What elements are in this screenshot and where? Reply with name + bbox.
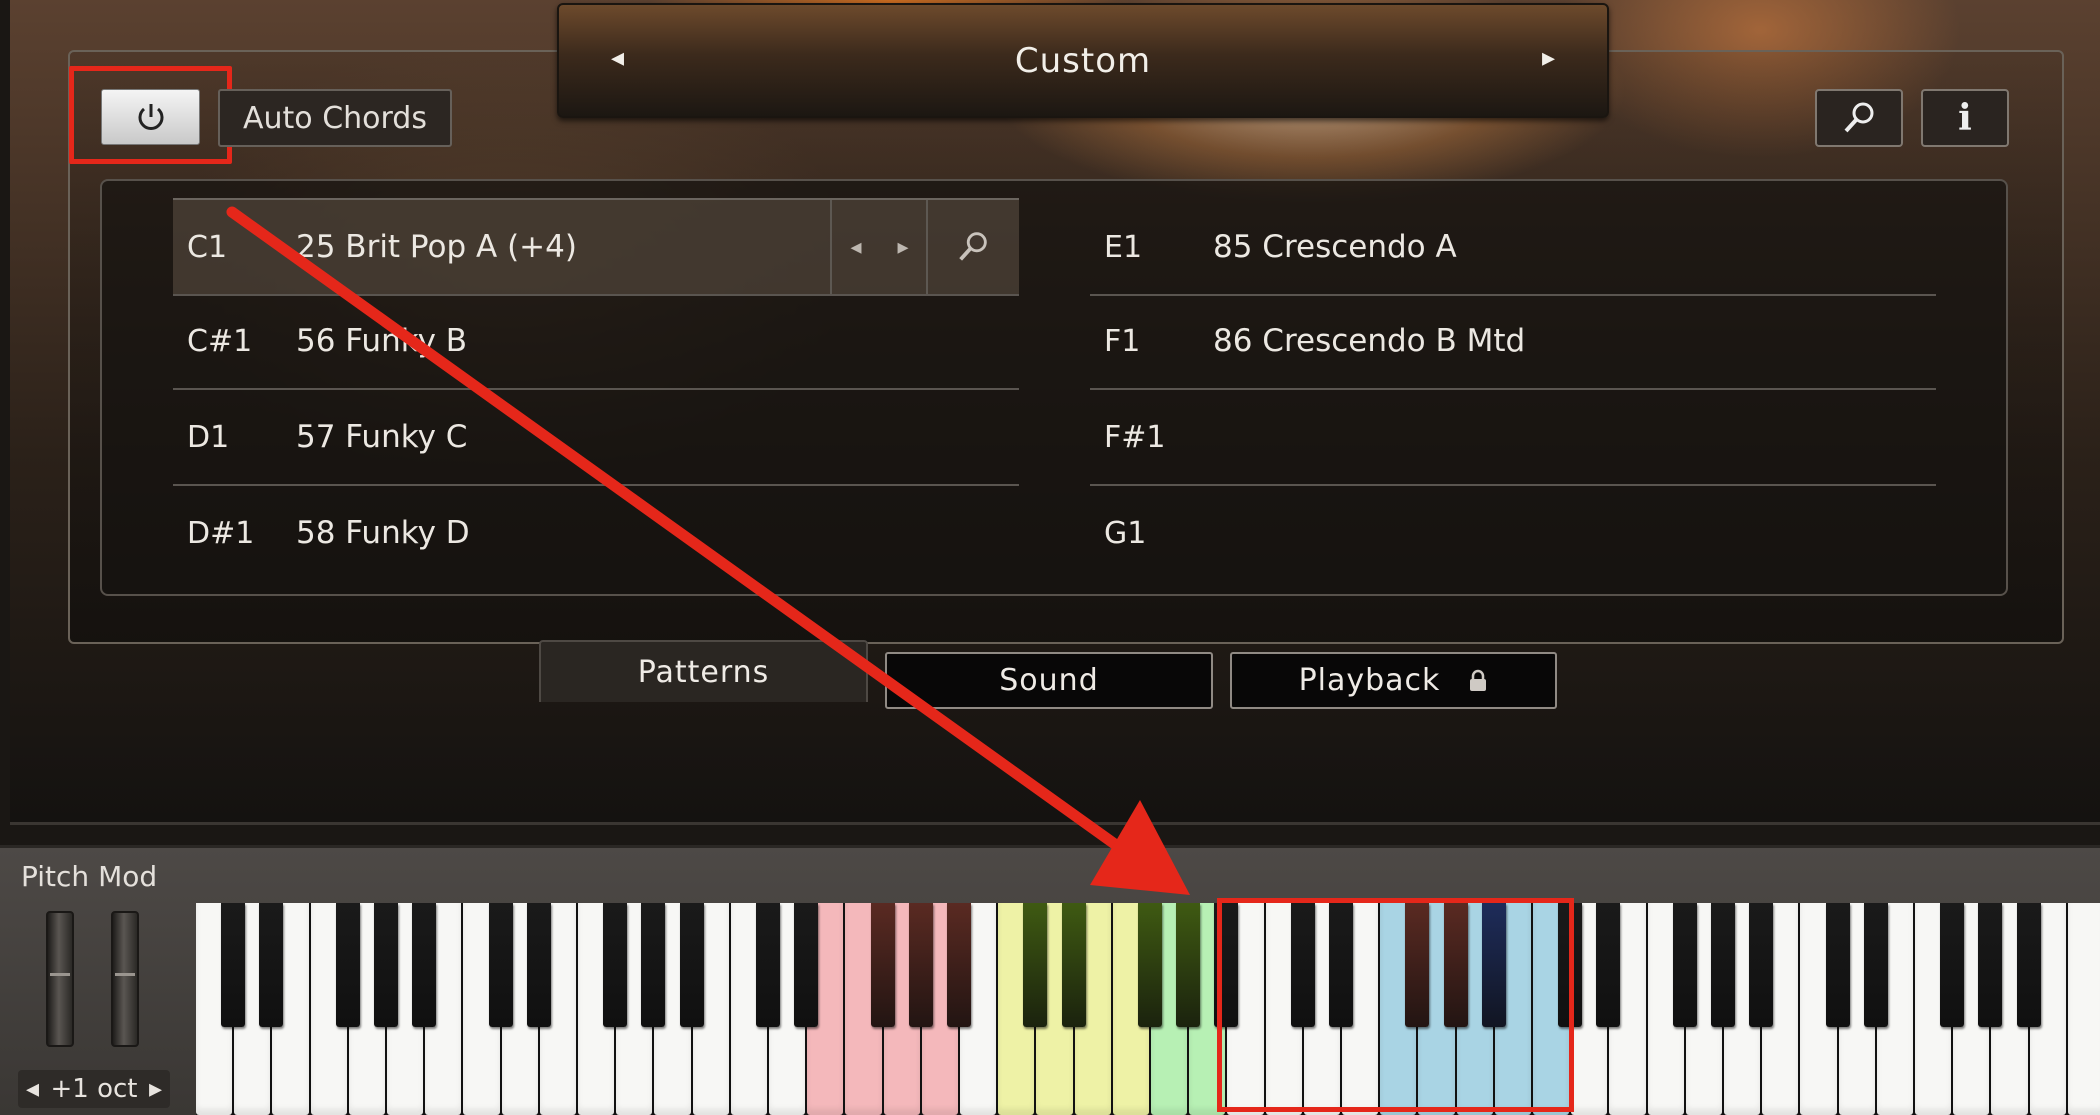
row-key: F1 (1104, 323, 1141, 359)
mod-wheel[interactable] (111, 911, 139, 1047)
row-pattern: 25 Brit Pop A (+4) (296, 229, 577, 265)
pattern-row[interactable]: D#1 58 Funky D (173, 486, 1019, 580)
row-key: D1 (187, 419, 230, 455)
lock-icon (1470, 669, 1487, 691)
octave-next-arrow-icon[interactable]: ▸ (149, 1074, 162, 1104)
pattern-row[interactable]: F1 86 Crescendo B Mtd (1090, 294, 1936, 390)
row-prev-arrow-icon[interactable]: ◂ (832, 200, 880, 294)
tab-sound[interactable]: Sound (885, 652, 1213, 709)
row-pattern: 57 Funky C (296, 419, 468, 455)
row-pattern: 56 Funky B (296, 323, 468, 359)
black-key[interactable] (374, 903, 398, 1027)
black-key[interactable] (1023, 903, 1048, 1027)
black-key[interactable] (870, 903, 895, 1027)
row-key: C1 (187, 229, 228, 265)
row-key: G1 (1104, 515, 1147, 551)
pattern-row[interactable]: F#1 (1090, 390, 1936, 486)
octave-control: ◂ +1 oct ▸ (18, 1070, 170, 1108)
keyboard-range-highlight (1217, 898, 1574, 1112)
black-key[interactable] (1749, 903, 1774, 1027)
row-pattern: 86 Crescendo B Mtd (1213, 323, 1526, 359)
black-key[interactable] (1978, 903, 2003, 1027)
black-key[interactable] (947, 903, 971, 1027)
row-search-button[interactable] (928, 200, 1018, 294)
black-key[interactable] (1176, 903, 1201, 1027)
black-key[interactable] (526, 903, 551, 1027)
white-key[interactable] (2067, 903, 2100, 1115)
black-key[interactable] (1863, 903, 1888, 1027)
black-key[interactable] (1940, 903, 1965, 1027)
black-key[interactable] (756, 903, 780, 1027)
black-key[interactable] (603, 903, 628, 1027)
search-icon (1844, 102, 1874, 133)
black-key[interactable] (259, 903, 284, 1027)
tab-playback-label: Playback (1298, 663, 1441, 698)
row-next-arrow-icon[interactable]: ▸ (880, 200, 928, 294)
black-key[interactable] (1596, 903, 1621, 1027)
tab-patterns[interactable]: Patterns (539, 640, 868, 702)
tab-playback[interactable]: Playback (1230, 652, 1557, 709)
black-key[interactable] (1138, 903, 1162, 1027)
preset-prev-arrow-icon[interactable]: ◂ (611, 43, 624, 73)
black-key[interactable] (1711, 903, 1735, 1027)
info-button[interactable]: i (1921, 89, 2009, 147)
black-key[interactable] (1061, 903, 1086, 1027)
piano-keyboard[interactable] (196, 903, 2100, 1115)
pattern-row-c1[interactable]: C1 25 Brit Pop A (+4) ◂ ▸ (173, 198, 1019, 296)
preset-name: Custom (1014, 40, 1152, 81)
octave-value: +1 oct (50, 1074, 138, 1104)
black-key[interactable] (488, 903, 513, 1027)
black-key[interactable] (794, 903, 819, 1027)
pitch-wheel[interactable] (46, 911, 74, 1047)
keyboard-area: Pitch Mod ◂ +1 oct ▸ (0, 845, 2100, 1115)
row-pattern: 85 Crescendo A (1213, 229, 1457, 265)
pattern-row[interactable]: E1 85 Crescendo A (1090, 198, 1936, 296)
black-key[interactable] (335, 903, 360, 1027)
auto-chords-label[interactable]: Auto Chords (218, 89, 452, 147)
black-key[interactable] (908, 903, 933, 1027)
black-key[interactable] (641, 903, 666, 1027)
search-icon (959, 232, 987, 261)
row-controls: ◂ ▸ (830, 200, 1019, 294)
black-key[interactable] (1825, 903, 1850, 1027)
preset-selector[interactable]: ◂ Custom ▸ (557, 3, 1609, 118)
row-pattern: 58 Funky D (296, 515, 470, 551)
black-key[interactable] (1672, 903, 1697, 1027)
row-key: F#1 (1104, 419, 1166, 455)
pattern-row[interactable]: D1 57 Funky C (173, 390, 1019, 486)
pattern-row[interactable]: G1 (1090, 486, 1936, 580)
search-button[interactable] (1815, 89, 1903, 147)
preset-next-arrow-icon[interactable]: ▸ (1542, 43, 1555, 73)
info-icon: i (1958, 97, 1972, 139)
black-key[interactable] (2016, 903, 2041, 1027)
power-button-highlight (69, 66, 232, 164)
row-key: C#1 (187, 323, 253, 359)
pattern-list-panel: C1 25 Brit Pop A (+4) ◂ ▸ C#1 56 Funky B… (100, 179, 2008, 596)
black-key[interactable] (679, 903, 704, 1027)
pitch-mod-label: Pitch Mod (21, 860, 158, 893)
octave-prev-arrow-icon[interactable]: ◂ (26, 1074, 39, 1104)
black-key[interactable] (221, 903, 246, 1027)
row-key: D#1 (187, 515, 255, 551)
row-key: E1 (1104, 229, 1143, 265)
black-key[interactable] (412, 903, 437, 1027)
pattern-row[interactable]: C#1 56 Funky B (173, 294, 1019, 390)
